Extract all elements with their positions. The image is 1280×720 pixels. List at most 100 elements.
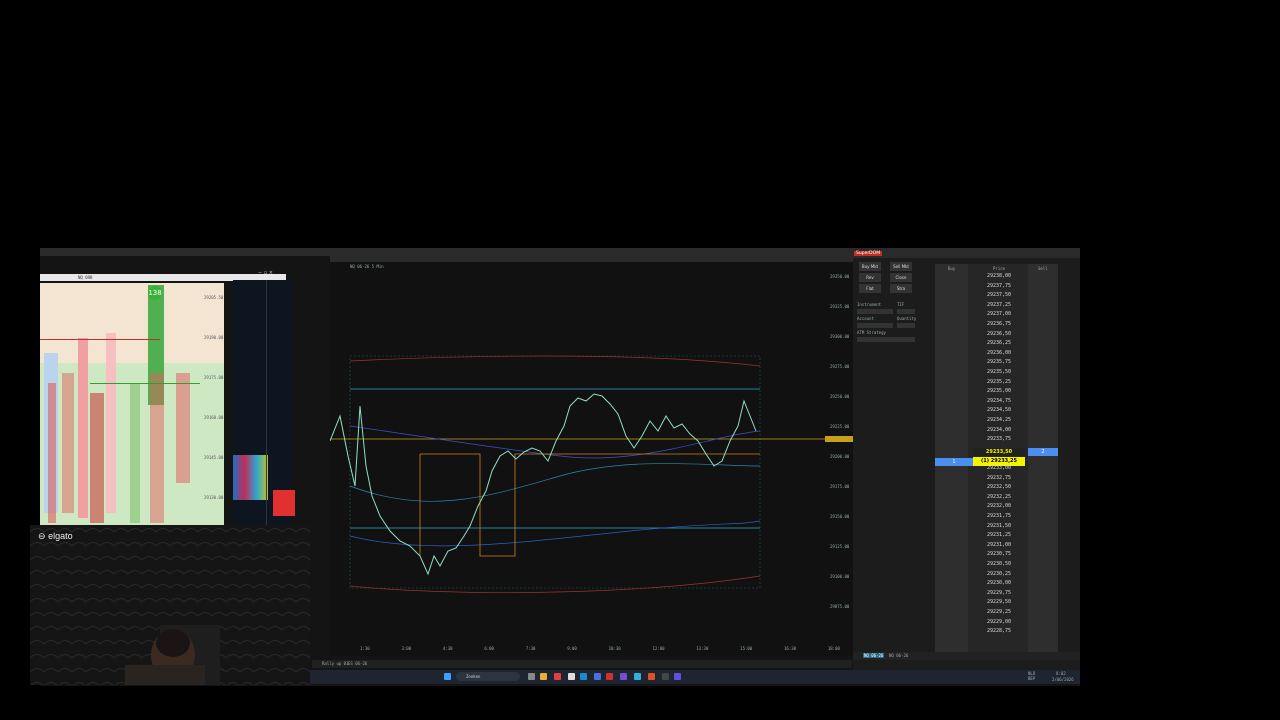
- time-axis: 1:30 3:00 4:30 6:00 7:30 9:00 10:30 12:00 13:30 1…: [360, 646, 840, 651]
- footprint-chart: 138 29205.50 29190.00 29175.00 29160.00 …: [40, 283, 224, 526]
- fp-price-6: 29130.00: [204, 495, 224, 500]
- account-select[interactable]: [857, 323, 893, 328]
- col-sell-header: Sell: [1038, 266, 1048, 271]
- price-row[interactable]: 29237,00: [973, 310, 1025, 320]
- window-controls[interactable]: − ▫ ×: [258, 270, 286, 276]
- app3-icon[interactable]: [674, 673, 681, 680]
- last-price-cell[interactable]: 29233,50: [973, 448, 1025, 456]
- fp-price-4: 29160.00: [204, 415, 224, 420]
- app2-icon[interactable]: [662, 673, 669, 680]
- price-row[interactable]: 29232,25: [973, 493, 1025, 503]
- fp-price-5: 29145.00: [204, 455, 224, 460]
- buy-mkt-button[interactable]: Buy Mkt: [859, 262, 881, 271]
- fp-price-3: 29175.00: [204, 375, 224, 380]
- fp-price-1: 29205.50: [204, 295, 224, 300]
- account-label: Account: [857, 316, 874, 321]
- chrome-icon[interactable]: [554, 673, 561, 680]
- price-row[interactable]: 29236,25: [973, 339, 1025, 349]
- price-row[interactable]: 29235,00: [973, 387, 1025, 397]
- price-row[interactable]: 29234,50: [973, 406, 1025, 416]
- fp-price-2: 29190.00: [204, 335, 224, 340]
- dom-tab-2[interactable]: NQ 06-26: [889, 653, 908, 658]
- instrument-label: Instrument: [857, 302, 882, 307]
- sell-column[interactable]: [1028, 264, 1058, 652]
- price-row[interactable]: 29228,75: [973, 627, 1025, 637]
- footprint-badge: 138: [148, 286, 162, 300]
- price-row[interactable]: 29236,50: [973, 330, 1025, 340]
- price-row[interactable]: 29238,00: [973, 272, 1025, 282]
- position-marker[interactable]: 1: [935, 458, 973, 466]
- price-row[interactable]: 29237,50: [973, 291, 1025, 301]
- price-row[interactable]: 29233,75: [973, 435, 1025, 445]
- firefox-icon[interactable]: [648, 673, 655, 680]
- price-row[interactable]: 29229,25: [973, 608, 1025, 618]
- price-row[interactable]: 29235,75: [973, 358, 1025, 368]
- instrument-select[interactable]: [857, 309, 893, 314]
- tif-select[interactable]: [897, 309, 915, 314]
- superdom-window[interactable]: SuperDOM Buy Mkt Sell Mkt Rev Close Flat…: [853, 250, 1080, 680]
- taskview-icon[interactable]: [528, 673, 535, 680]
- price-row[interactable]: 29231,00: [973, 541, 1025, 551]
- superdom-title: SuperDOM: [854, 251, 883, 256]
- price-row[interactable]: 29233,00: [973, 464, 1025, 474]
- price-row[interactable]: 29232,75: [973, 474, 1025, 484]
- price-row[interactable]: 29236,75: [973, 320, 1025, 330]
- col-price-header: Price: [993, 266, 1006, 271]
- price-row[interactable]: 29230,25: [973, 570, 1025, 580]
- elgato-logo-icon: ⊖: [38, 531, 46, 541]
- quantity-stepper[interactable]: [897, 323, 915, 328]
- price-row[interactable]: 29234,00: [973, 426, 1025, 436]
- store-icon[interactable]: [594, 673, 601, 680]
- price-row[interactable]: 29230,75: [973, 550, 1025, 560]
- price-row[interactable]: 29234,25: [973, 416, 1025, 426]
- edge-icon[interactable]: [580, 673, 587, 680]
- price-row[interactable]: 29232,50: [973, 483, 1025, 493]
- chart-tab-1[interactable]: Rally up 01: [322, 661, 349, 666]
- windows-taskbar[interactable]: Zoeken NLD BEP 8:02 2/06/2026: [310, 670, 1080, 684]
- price-row[interactable]: 29231,75: [973, 512, 1025, 522]
- price-row[interactable]: 29229,75: [973, 589, 1025, 599]
- price-row[interactable]: 29231,25: [973, 531, 1025, 541]
- atm-select[interactable]: [857, 337, 915, 342]
- rev-button[interactable]: Rev: [859, 273, 881, 282]
- price-row[interactable]: 29236,00: [973, 349, 1025, 359]
- app-icon[interactable]: [568, 673, 575, 680]
- price-row[interactable]: 29237,75: [973, 282, 1025, 292]
- flat-button[interactable]: Flat: [859, 284, 881, 293]
- footprint-title: NQ 09B: [78, 275, 93, 280]
- main-chart-window[interactable]: NQ 06-26 5 Min 29350.00 29325.00 29300.0…: [330, 256, 890, 656]
- clock-time[interactable]: 8:02: [1056, 671, 1066, 676]
- price-row[interactable]: 29235,25: [973, 378, 1025, 388]
- price-row[interactable]: 29232,00: [973, 502, 1025, 512]
- price-row[interactable]: 29234,75: [973, 397, 1025, 407]
- elgato-watermark: ⊖ elgato: [38, 531, 73, 541]
- sell-mkt-button[interactable]: Sell Mkt: [890, 262, 912, 271]
- strategy-button[interactable]: Stra: [890, 284, 912, 293]
- price-row[interactable]: 29237,25: [973, 301, 1025, 311]
- atm-label: ATM Strategy: [857, 330, 886, 335]
- lang-indicator[interactable]: NLD BEP: [1028, 671, 1048, 681]
- quantity-label: Quantity: [897, 316, 917, 321]
- tif-label: TIF: [897, 302, 905, 307]
- volume-profile-window: [233, 280, 295, 528]
- price-chart-svg: [330, 355, 853, 593]
- dom-tab-1[interactable]: NQ 06-26: [863, 653, 885, 658]
- price-row[interactable]: 29230,00: [973, 579, 1025, 589]
- telegram-icon[interactable]: [634, 673, 641, 680]
- price-row[interactable]: 29231,50: [973, 522, 1025, 532]
- search-input[interactable]: Zoeken: [456, 672, 520, 681]
- ask-marker[interactable]: 2: [1028, 448, 1058, 456]
- chart-tabbar[interactable]: Rally up 01 ES 06-26: [312, 660, 852, 668]
- explorer-icon[interactable]: [540, 673, 547, 680]
- price-row[interactable]: 29229,50: [973, 598, 1025, 608]
- start-icon[interactable]: [444, 673, 451, 680]
- price-row[interactable]: 29229,00: [973, 618, 1025, 628]
- clock-date[interactable]: 2/06/2026: [1052, 677, 1074, 682]
- price-row[interactable]: 29235,50: [973, 368, 1025, 378]
- facecam-overlay: [30, 525, 310, 685]
- chart-tab-2[interactable]: ES 06-26: [348, 661, 367, 666]
- ninjatrader-icon[interactable]: [606, 673, 613, 680]
- close-button[interactable]: Close: [890, 273, 912, 282]
- discord-icon[interactable]: [620, 673, 627, 680]
- price-row[interactable]: 29230,50: [973, 560, 1025, 570]
